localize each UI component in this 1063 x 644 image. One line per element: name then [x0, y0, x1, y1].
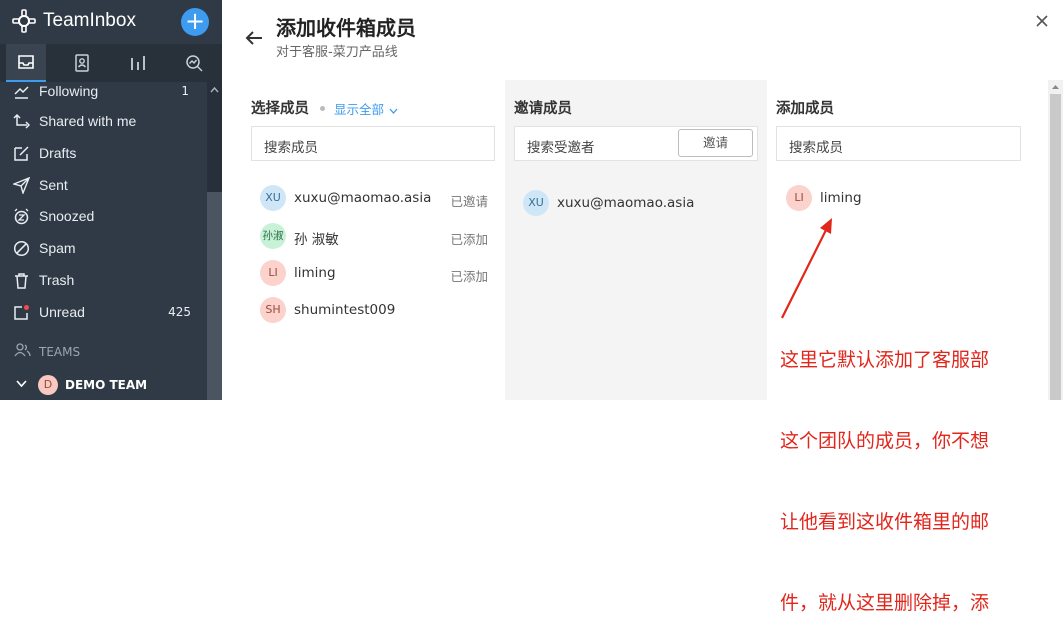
member-row[interactable]: XU xuxu@maomao.asia 已邀请 [260, 185, 500, 213]
avatar: LI [260, 260, 286, 286]
contacts-icon [75, 54, 89, 72]
unread-count: 425 [168, 305, 191, 319]
teams-label: TEAMS [39, 345, 81, 359]
panel-scrollbar[interactable] [1048, 80, 1063, 400]
member-row[interactable]: XU xuxu@maomao.asia [523, 190, 763, 218]
member-status: 已添加 [450, 232, 488, 247]
added-members-title: 添加成员 [776, 101, 834, 117]
inbox-icon [18, 55, 34, 69]
sidebar-item-label: Sent [39, 177, 68, 193]
sidebar-item-unread[interactable]: Unread 425 [0, 297, 207, 327]
sidebar-item-shared-with-me[interactable]: Shared with me [0, 106, 207, 136]
teaminbox-logo-icon [12, 9, 36, 33]
invite-members-panel: 邀请成员 搜索受邀者 邀请 XU xuxu@maomao.asia [505, 80, 767, 400]
sidebar-item-label: Spam [39, 240, 76, 256]
analytics-icon [186, 55, 203, 72]
sidebar-item-label: Shared with me [39, 113, 137, 129]
member-name: liming [820, 190, 862, 206]
following-icon [14, 85, 29, 99]
scroll-up-icon [210, 86, 219, 93]
teams-icon [14, 343, 31, 357]
avatar: XU [260, 185, 286, 211]
reports-icon [131, 56, 145, 70]
separator-dot [320, 106, 325, 111]
show-all-dropdown[interactable]: 显示全部 [334, 99, 398, 118]
page-title: 添加收件箱成员 [276, 16, 416, 40]
member-name: shumintest009 [294, 302, 396, 318]
annotation-line: 这个团队的成员，你不想 [780, 430, 990, 452]
sidebar-scrollbar-thumb[interactable] [207, 192, 222, 400]
compose-plus-button[interactable]: + [181, 8, 209, 36]
team-item-demo[interactable]: D DEMO TEAM [0, 373, 207, 397]
member-name: 孙 淑敏 [294, 232, 339, 248]
select-members-search-input[interactable]: 搜索成员 [251, 126, 495, 161]
annotation-line: 件，就从这里删除掉，添 [780, 592, 990, 614]
member-name: xuxu@maomao.asia [294, 190, 432, 206]
sidebar-item-drafts[interactable]: Drafts [0, 138, 207, 168]
brand-header: TeamInbox + [0, 0, 222, 44]
sidebar-item-label: Trash [39, 272, 75, 288]
sidebar-item-trash[interactable]: Trash [0, 265, 207, 295]
added-members-search-input[interactable]: 搜索成员 [776, 126, 1021, 161]
page-subtitle: 对于客服-菜刀产品线 [276, 45, 398, 60]
sidebar-item-snoozed[interactable]: Snoozed [0, 201, 207, 231]
app-name: TeamInbox [43, 10, 136, 31]
unread-icon [14, 304, 29, 320]
annotation-text: 这里它默认添加了客服部 这个团队的成员，你不想 让他看到这收件箱里的邮 件，就从… [780, 293, 1042, 644]
search-placeholder: 搜索受邀者 [527, 140, 595, 156]
panel-scrollbar-thumb[interactable] [1050, 94, 1061, 400]
close-icon[interactable] [1034, 13, 1050, 29]
team-name: DEMO TEAM [65, 378, 148, 392]
shared-icon [13, 113, 30, 129]
snoozed-icon [14, 208, 29, 224]
search-placeholder: 搜索成员 [264, 140, 318, 156]
annotation-line: 这里它默认添加了客服部 [780, 349, 990, 371]
member-name: liming [294, 265, 336, 281]
member-row[interactable]: LI liming [786, 185, 1026, 213]
avatar: XU [523, 190, 549, 216]
scroll-up-icon [1052, 85, 1059, 89]
sidebar-item-label: Following [39, 83, 99, 99]
sidebar-item-label: Unread [39, 304, 85, 320]
sidebar-item-label: Snoozed [39, 208, 95, 224]
back-arrow-icon[interactable] [244, 28, 264, 48]
sidebar-item-label: Drafts [39, 145, 77, 161]
avatar: 孙淑 [260, 223, 286, 249]
select-members-title: 选择成员 [251, 101, 309, 117]
trash-icon [15, 272, 28, 289]
annotation-line: 让他看到这收件箱里的邮 [780, 511, 990, 533]
member-row[interactable]: SH shumintest009 [260, 297, 500, 325]
avatar: SH [260, 297, 286, 323]
member-status: 已邀请 [450, 194, 488, 209]
sent-icon [13, 176, 30, 194]
search-placeholder: 搜索成员 [789, 140, 843, 156]
member-status: 已添加 [450, 269, 488, 284]
drafts-icon [14, 145, 29, 161]
sidebar-item-sent[interactable]: Sent [0, 170, 207, 200]
select-members-panel: 选择成员 显示全部 搜索成员 XU xuxu@maomao.asia 已邀请 孙… [222, 80, 505, 400]
sidebar-item-spam[interactable]: Spam [0, 233, 207, 263]
sidebar-scrollbar[interactable] [207, 82, 222, 400]
member-row[interactable]: 孙淑 孙 淑敏 已添加 [260, 223, 500, 251]
sidebar-item-following[interactable]: Following 1 [0, 76, 207, 106]
team-avatar: D [38, 375, 58, 395]
invite-members-title: 邀请成员 [514, 101, 572, 117]
chevron-down-icon [16, 380, 27, 388]
member-row[interactable]: LI liming 已添加 [260, 260, 500, 288]
member-name: xuxu@maomao.asia [557, 195, 695, 211]
invite-button[interactable]: 邀请 [678, 129, 753, 157]
following-count: 1 [181, 84, 189, 98]
sidebar: TeamInbox + Following 1 Shared with me D… [0, 0, 222, 400]
avatar: LI [786, 185, 812, 211]
show-all-label: 显示全部 [334, 102, 385, 117]
spam-icon [13, 240, 30, 256]
chevron-down-icon [389, 108, 398, 114]
teams-section-header: TEAMS [0, 340, 207, 364]
